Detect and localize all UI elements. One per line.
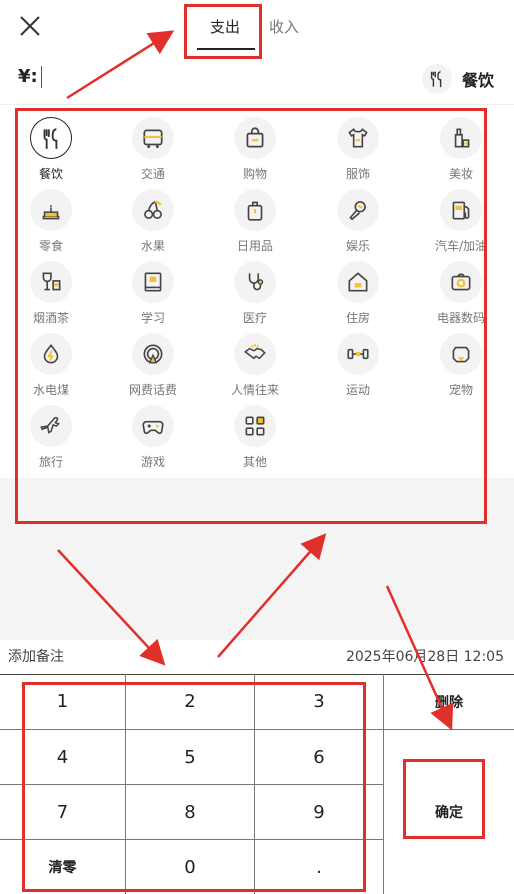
text-caret [40, 66, 42, 88]
fork-knife-icon [421, 64, 452, 94]
selected-category-label: 餐饮 [461, 71, 494, 90]
note-input[interactable]: 添加备注 [8, 646, 64, 666]
datetime-picker[interactable]: 2025年06月28日 12:05 [346, 646, 504, 666]
annotation-box-tab [184, 4, 262, 59]
delete-button[interactable]: 删除 [384, 674, 514, 730]
annotation-box-keypad [22, 682, 366, 892]
selected-category: 餐饮 [421, 64, 494, 94]
amount-input[interactable]: ¥: [18, 66, 42, 88]
annotation-box-confirm [403, 759, 485, 839]
note-row: 添加备注 2025年06月28日 12:05 [0, 640, 514, 675]
amount-prefix: ¥: [18, 66, 38, 87]
header-divider [0, 104, 514, 105]
close-button[interactable] [16, 12, 44, 40]
close-icon [20, 16, 40, 36]
tab-income[interactable]: 收入 [269, 16, 299, 37]
annotation-box-categories [15, 108, 487, 524]
